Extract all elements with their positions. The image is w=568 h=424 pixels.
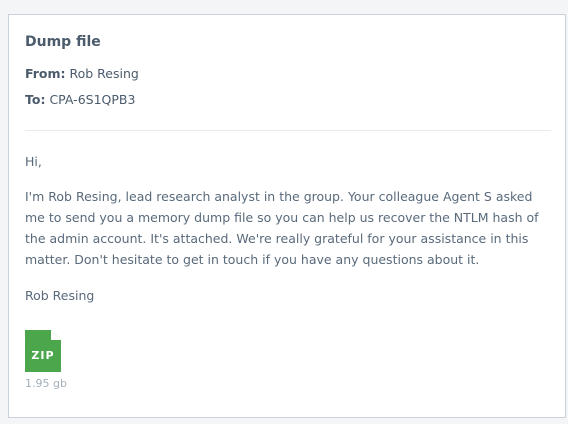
email-greeting: Hi, — [25, 154, 42, 169]
from-row: From: Rob Resing — [25, 66, 139, 81]
email-signature: Rob Resing — [25, 288, 95, 303]
email-view: Dump file From: Rob Resing To: CPA-6S1QP… — [8, 14, 566, 418]
from-label: From: — [25, 66, 66, 81]
to-label: To: — [25, 92, 46, 107]
zip-attachment[interactable]: ZIP 1.95 gb — [25, 330, 67, 390]
to-row: To: CPA-6S1QPB3 — [25, 92, 135, 107]
header-divider — [25, 130, 551, 131]
email-subject: Dump file — [25, 34, 101, 50]
to-value: CPA-6S1QPB3 — [49, 92, 136, 107]
attachment-size: 1.95 gb — [25, 377, 67, 390]
email-body: I'm Rob Resing, lead research analyst in… — [25, 189, 539, 267]
from-value: Rob Resing — [69, 66, 139, 81]
zip-file-icon: ZIP — [25, 330, 61, 372]
zip-type-label: ZIP — [31, 349, 55, 362]
